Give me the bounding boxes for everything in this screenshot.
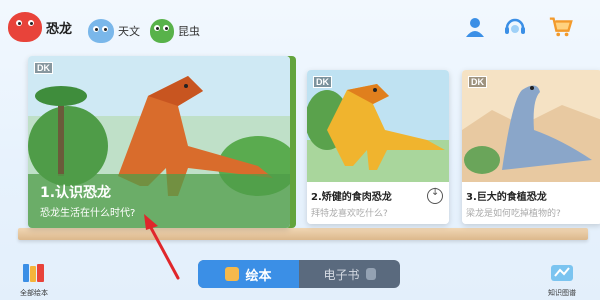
annotation-arrow (144, 214, 180, 280)
